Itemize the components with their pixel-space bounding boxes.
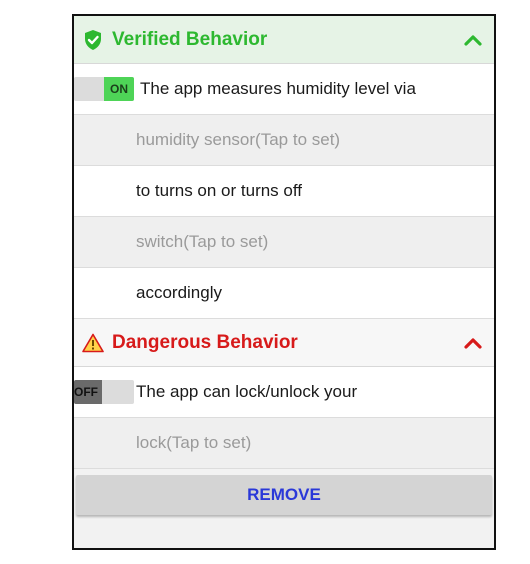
behavior-text: to turns on or turns off bbox=[136, 181, 302, 200]
behavior-text: The app can lock/unlock your bbox=[136, 382, 358, 401]
humidity-sensor-setting[interactable]: humidity sensor(Tap to set) bbox=[74, 115, 494, 166]
verified-behavior-header[interactable]: Verified Behavior bbox=[74, 16, 494, 64]
warning-icon bbox=[82, 332, 104, 354]
dangerous-behavior-title: Dangerous Behavior bbox=[112, 331, 298, 353]
behavior-text-row: to turns on or turns off bbox=[74, 166, 494, 217]
remove-button-container: REMOVE bbox=[74, 469, 494, 525]
lock-setting[interactable]: lock(Tap to set) bbox=[74, 418, 494, 469]
chevron-up-icon[interactable] bbox=[462, 29, 484, 51]
behavior-panel: Verified Behavior ON The app measures hu… bbox=[72, 14, 496, 550]
dangerous-behavior-toggle[interactable]: OFF bbox=[74, 380, 134, 404]
remove-button[interactable]: REMOVE bbox=[76, 475, 492, 515]
behavior-text-row: accordingly bbox=[74, 268, 494, 319]
toggle-knob: OFF bbox=[74, 380, 102, 404]
setting-label: humidity sensor(Tap to set) bbox=[136, 130, 341, 149]
setting-label: switch(Tap to set) bbox=[136, 232, 269, 251]
toggle-knob: ON bbox=[104, 77, 134, 101]
verified-behavior-row: ON The app measures humidity level via bbox=[74, 64, 494, 115]
behavior-text: The app measures humidity level via bbox=[140, 79, 416, 98]
dangerous-behavior-header[interactable]: Dangerous Behavior bbox=[74, 319, 494, 367]
shield-check-icon bbox=[82, 29, 104, 51]
dangerous-behavior-row: OFF The app can lock/unlock your bbox=[74, 367, 494, 418]
switch-setting[interactable]: switch(Tap to set) bbox=[74, 217, 494, 268]
verified-behavior-title: Verified Behavior bbox=[112, 28, 268, 50]
verified-behavior-toggle[interactable]: ON bbox=[74, 77, 134, 101]
chevron-up-icon[interactable] bbox=[462, 332, 484, 354]
behavior-text: accordingly bbox=[136, 283, 222, 302]
setting-label: lock(Tap to set) bbox=[136, 433, 252, 452]
